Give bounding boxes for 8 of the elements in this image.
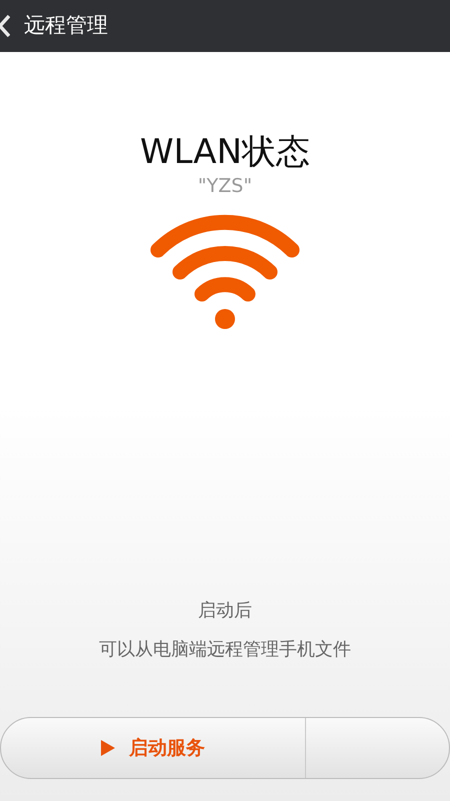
header-title: 远程管理 <box>24 12 108 40</box>
network-name: "YZS" <box>198 174 252 198</box>
wifi-icon <box>150 212 300 330</box>
hint-text: 可以从电脑端远程管理手机文件 <box>99 638 351 662</box>
play-icon <box>101 740 115 756</box>
back-icon[interactable] <box>0 14 10 38</box>
hint-text: 启动后 <box>198 599 252 623</box>
status-title: WLAN状态 <box>140 131 310 174</box>
